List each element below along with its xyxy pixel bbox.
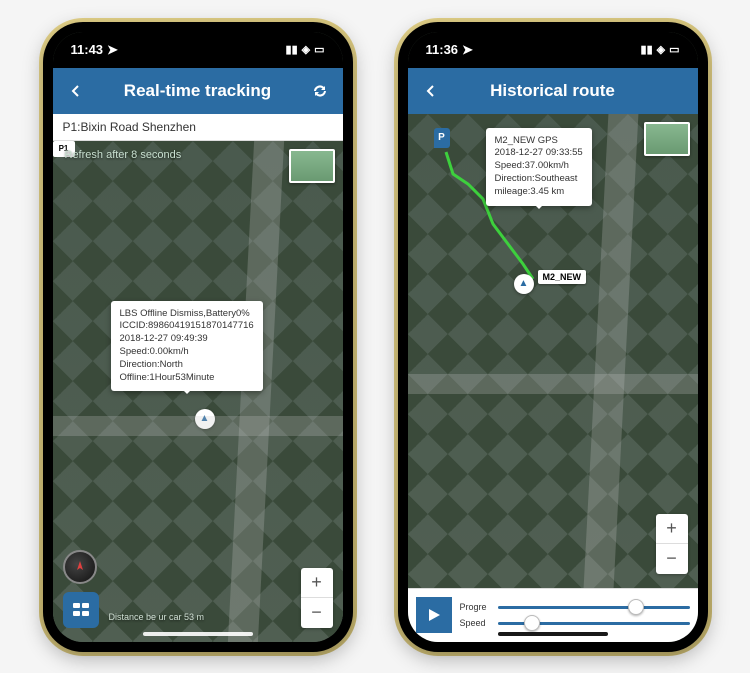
app-header: Historical route (408, 68, 698, 114)
refresh-countdown: Refresh after 8 seconds (65, 149, 182, 161)
location-icon: ➤ (462, 42, 473, 58)
minimap-toggle[interactable] (644, 122, 690, 156)
phone-mockup-1: 11:43 ➤ ▮▮ ◈ ▭ Real-time tracking P1:Bix… (43, 22, 353, 652)
callout-line: Direction:Southeast (495, 173, 583, 186)
callout-line: Offline:1Hour53Minute (120, 372, 254, 385)
map-view[interactable]: Refresh after 8 seconds LBS Offline Dism… (53, 141, 343, 642)
address-bar: P1:Bixin Road Shenzhen (53, 114, 343, 141)
page-title: Real-time tracking (87, 81, 309, 101)
device-marker[interactable]: ▲ (514, 274, 534, 294)
distance-label: Distance be ur car 53 m (109, 612, 205, 622)
screen-1: 11:43 ➤ ▮▮ ◈ ▭ Real-time tracking P1:Bix… (53, 32, 343, 642)
signal-icon: ▮▮ (286, 43, 298, 56)
notch (128, 32, 268, 56)
location-icon: ➤ (107, 42, 118, 58)
callout-line: Speed:0.00km/h (120, 346, 254, 359)
device-callout[interactable]: LBS Offline Dismiss,Battery0% ICCID:8986… (111, 301, 263, 392)
header-spacer (664, 80, 686, 102)
device-marker[interactable]: ▲ (195, 409, 215, 429)
app-header: Real-time tracking (53, 68, 343, 114)
callout-line: M2_NEW GPS (495, 135, 583, 148)
battery-icon: ▭ (669, 43, 679, 56)
zoom-control: + − (656, 514, 688, 574)
refresh-button[interactable] (309, 80, 331, 102)
map-view[interactable]: P M2_NEW GPS 2018-12-27 09:33:55 Speed:3… (408, 114, 698, 588)
wifi-icon: ◈ (302, 43, 310, 56)
screen-2: 11:36 ➤ ▮▮ ◈ ▭ Historical route P M2_ (408, 32, 698, 642)
notch (483, 32, 623, 56)
speed-label: Speed (460, 618, 494, 628)
status-time: 11:36 (426, 42, 459, 57)
callout-line: 2018-12-27 09:49:39 (120, 333, 254, 346)
callout-line: ICCID:89860419151870147716 (120, 320, 254, 333)
page-title: Historical route (442, 81, 664, 101)
back-button[interactable] (65, 80, 87, 102)
device-marker-label[interactable]: M2_NEW (538, 270, 587, 284)
wifi-icon: ◈ (657, 43, 665, 56)
device-callout[interactable]: M2_NEW GPS 2018-12-27 09:33:55 Speed:37.… (486, 128, 592, 206)
callout-line: mileage:3.45 km (495, 186, 583, 199)
progress-slider[interactable] (498, 606, 690, 609)
back-button[interactable] (420, 80, 442, 102)
signal-icon: ▮▮ (641, 43, 653, 56)
callout-line: Direction:North (120, 359, 254, 372)
zoom-out-button[interactable]: − (656, 544, 688, 574)
battery-icon: ▭ (314, 43, 324, 56)
zoom-out-button[interactable]: − (301, 598, 333, 628)
progress-label: Progre (460, 602, 494, 612)
progress-thumb[interactable] (628, 599, 644, 615)
zoom-in-button[interactable]: + (656, 514, 688, 544)
minimap-toggle[interactable] (289, 149, 335, 183)
zoom-in-button[interactable]: + (301, 568, 333, 598)
speed-slider[interactable] (498, 622, 690, 625)
speed-thumb[interactable] (524, 615, 540, 631)
status-time: 11:43 (71, 42, 104, 57)
phone-mockup-2: 11:36 ➤ ▮▮ ◈ ▭ Historical route P M2_ (398, 22, 708, 652)
parking-marker[interactable]: P (434, 128, 450, 148)
callout-line: LBS Offline Dismiss,Battery0% (120, 308, 254, 321)
home-indicator[interactable] (143, 632, 253, 636)
vehicles-button[interactable] (63, 592, 99, 628)
compass-button[interactable] (63, 550, 97, 584)
callout-line: 2018-12-27 09:33:55 (495, 147, 583, 160)
callout-line: Speed:37.00km/h (495, 160, 583, 173)
zoom-control: + − (301, 568, 333, 628)
play-button[interactable] (416, 597, 452, 633)
home-indicator[interactable] (498, 632, 608, 636)
